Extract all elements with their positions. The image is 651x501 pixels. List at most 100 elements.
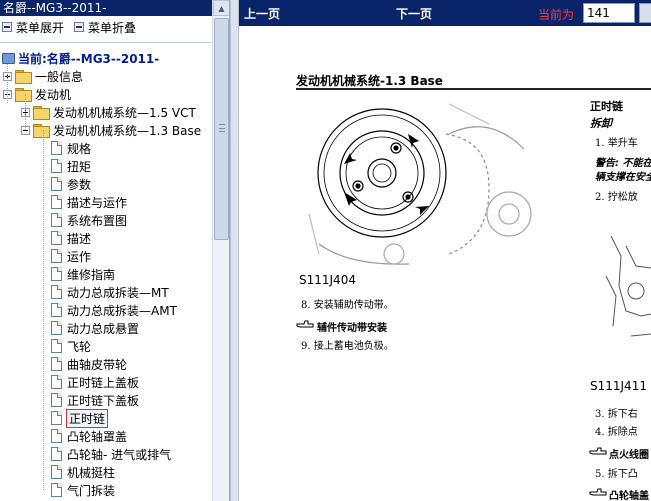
tree-pane: 名爵--MG3--2011- 菜单展开 菜单折叠 当前:名爵--MG3--201… [0, 0, 230, 501]
tree-doc-item[interactable]: 机械挺柱 [0, 463, 229, 481]
expand-all-button[interactable]: 菜单展开 [2, 19, 64, 36]
tree-doc-item[interactable]: 扭矩 [0, 157, 229, 175]
tree-doc-item[interactable]: 正时链 [0, 408, 229, 428]
collapse-all-button[interactable]: 菜单折叠 [74, 19, 136, 36]
collapse-all-label: 菜单折叠 [88, 20, 137, 35]
step-1: 1. 举升车 [595, 138, 638, 149]
hand-pointer-icon [589, 488, 607, 496]
document-icon [51, 195, 62, 209]
document-icon [51, 159, 62, 173]
note-camshaft-cover: 凸轮轴盖 [609, 491, 649, 501]
prev-page-link[interactable]: 上一页 [244, 5, 280, 22]
document-icon [51, 213, 62, 227]
next-page-link[interactable]: 下一页 [396, 5, 432, 22]
tree-folder-item[interactable]: 一般信息 [0, 67, 229, 85]
tree-menu-bar: 菜单展开 菜单折叠 [0, 16, 229, 38]
step-5: 5. 拆下凸 [595, 469, 638, 480]
tree-doc-item[interactable]: 气门拆装 [0, 481, 229, 499]
grip-icon [219, 124, 225, 132]
tree-item-label: 发动机机械系统—1.5 VCT [53, 105, 196, 120]
tree-item-label: 曲轴皮带轮 [67, 357, 128, 372]
page-number-input[interactable] [583, 3, 635, 23]
go-button[interactable] [639, 3, 651, 23]
tree-doc-item[interactable]: 规格 [0, 139, 229, 157]
computer-icon [2, 52, 15, 64]
folder-icon [33, 106, 50, 120]
tree-doc-item[interactable]: 参数 [0, 175, 229, 193]
hand-pointer-icon [296, 320, 314, 328]
tree-guide-line [43, 130, 44, 490]
tree-item-label: 正时链上盖板 [67, 375, 140, 390]
document-icon [51, 447, 62, 461]
tree-item-label: 发动机机械系统—1.3 Base [53, 123, 202, 138]
tree-doc-item[interactable]: 正时链下盖板 [0, 391, 229, 409]
tree-item-label: 描述 [67, 231, 92, 246]
tree-doc-item[interactable]: 飞轮 [0, 337, 229, 355]
expand-all-icon [2, 22, 12, 32]
document-pane: 上一页 下一页 当前为 发动机机械系统-1.3 Base [239, 0, 651, 501]
document-page: 发动机机械系统-1.3 Base S111J404 8. 安装辅助传动带。 辅件… [239, 26, 651, 501]
tree-item-label: 机械挺柱 [67, 465, 116, 480]
scroll-up-arrow-icon[interactable]: ▲ [213, 0, 229, 16]
tree-doc-item[interactable]: 正时链上盖板 [0, 373, 229, 391]
document-icon [51, 249, 62, 263]
document-title: 发动机机械系统-1.3 Base [296, 74, 443, 88]
tree-guide-line [25, 94, 26, 130]
tree-doc-item[interactable]: 动力总成拆装—MT [0, 283, 229, 301]
tree-doc-item[interactable]: 运作 [0, 247, 229, 265]
step-2: 2. 拧松放 [595, 192, 638, 203]
tree-doc-item[interactable]: 系统布置图 [0, 211, 229, 229]
step-9: 9. 接上蓄电池负极。 [301, 341, 394, 352]
tree-root[interactable]: 当前:名爵--MG3--2011- [0, 49, 229, 67]
tree-item-label: 气门拆装 [67, 483, 116, 498]
tree-item-label: 正时链下盖板 [67, 393, 140, 408]
scrollbar-thumb[interactable] [214, 18, 229, 240]
document-icon [51, 231, 62, 245]
figure-label-s111j411: S111J411 [590, 379, 647, 393]
document-icon [51, 375, 62, 389]
document-icon [51, 465, 62, 479]
figure-label-s111j404: S111J404 [299, 273, 356, 287]
tree-divider [0, 42, 229, 43]
document-icon [51, 321, 62, 335]
tree-doc-item[interactable]: 描述与运作 [0, 193, 229, 211]
page-toolbar: 上一页 下一页 当前为 [239, 0, 651, 26]
section-title-timing-chain: 正时链 [590, 100, 623, 113]
document-icon [51, 177, 62, 191]
document-icon [51, 303, 62, 317]
oil-drain-diagram [605, 235, 651, 337]
warning-line-2: 辆支撑在安全 [595, 172, 651, 183]
tree-doc-item[interactable]: 描述 [0, 229, 229, 247]
folder-icon [33, 124, 50, 138]
tree-doc-item[interactable]: 凸轮轴罩盖 [0, 427, 229, 445]
tree-doc-item[interactable]: 动力总成悬置 [0, 319, 229, 337]
note-accessory-belt: 辅件传动带安装 [317, 323, 387, 334]
tree-doc-item[interactable]: 维修指南 [0, 265, 229, 283]
pane-splitter[interactable] [230, 0, 239, 501]
section-subtitle-removal: 拆卸 [590, 117, 612, 130]
folder-icon [15, 88, 32, 102]
tree-doc-item[interactable]: 曲轴皮带轮 [0, 355, 229, 373]
tree-item-label: 发动机 [35, 87, 72, 102]
collapse-all-icon [74, 22, 85, 32]
tree-item-label-selected: 正时链 [65, 408, 109, 428]
tree-folder-item[interactable]: 发动机机械系统—1.5 VCT [0, 103, 229, 121]
tree-doc-item[interactable]: 凸轮轴- 进气或排气 [0, 445, 229, 463]
tree-doc-item[interactable]: 动力总成拆装—AMT [0, 301, 229, 319]
tree-item-label: 扭矩 [67, 159, 92, 174]
expand-all-label: 菜单展开 [16, 20, 65, 35]
tree-item-label: 凸轮轴罩盖 [67, 429, 128, 444]
tree-folder-item[interactable]: 发动机机械系统—1.3 Base [0, 121, 229, 139]
title-rule [296, 88, 651, 90]
tree-scrollbar[interactable]: ▲ [212, 0, 229, 501]
tree-item-label: 动力总成拆装—MT [67, 285, 169, 300]
tree-item-label: 系统布置图 [67, 213, 128, 228]
tree-item-label: 动力总成拆装—AMT [67, 303, 177, 318]
tree-folder-item[interactable]: 发动机 [0, 85, 229, 103]
tree-item-label: 凸轮轴- 进气或排气 [67, 447, 172, 462]
warning-line-1: 警告: 不能在 [595, 158, 651, 169]
document-icon [51, 267, 62, 281]
tree-item-label: 飞轮 [67, 339, 92, 354]
current-page-label: 当前为 [538, 8, 575, 22]
document-icon [51, 357, 62, 371]
